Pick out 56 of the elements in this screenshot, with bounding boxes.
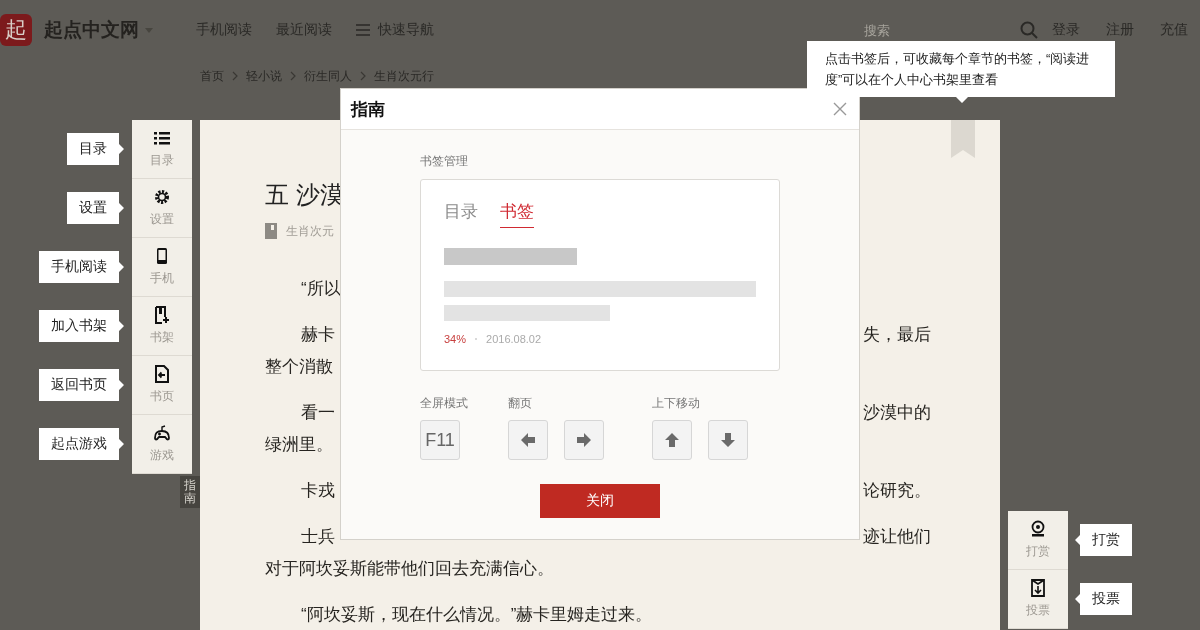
bookmark-icon[interactable] xyxy=(951,120,975,158)
chevron-icon xyxy=(290,71,296,81)
hint-callout: 设置 xyxy=(67,192,124,224)
tab[interactable]: 书签 xyxy=(500,200,534,228)
progress-percent: 34% xyxy=(444,333,467,345)
chevron-icon xyxy=(232,71,238,81)
logo[interactable]: 起 xyxy=(0,14,32,46)
menu-icon xyxy=(356,24,370,36)
hint-callout: 投票 xyxy=(1075,583,1132,615)
paragraph-text: “所以 xyxy=(301,278,341,300)
gamepad-icon xyxy=(153,424,171,442)
paragraph-text: 看一 xyxy=(301,402,335,424)
hint-callout: 打赏 xyxy=(1075,524,1132,556)
gear-icon xyxy=(153,188,171,206)
paragraph-text: 对于阿坎妥斯能带他们回去充满信心。 xyxy=(265,558,554,580)
paragraph-text: “阿坎妥斯，现在什么情况。”赫卡里姆走过来。 xyxy=(301,604,653,626)
ticket-icon xyxy=(1029,579,1047,597)
paragraph-text: 卡戎 xyxy=(301,480,335,502)
paragraph-text: 论研究。 xyxy=(863,480,931,502)
bookmark-date: 2016.08.02 xyxy=(486,333,542,345)
back-icon xyxy=(153,365,171,383)
hint-callout: 加入书架 xyxy=(39,310,124,342)
book-name[interactable]: 生肖次元 xyxy=(286,222,334,240)
arrow-up-icon xyxy=(664,432,680,448)
section-label: 书签管理 xyxy=(420,153,469,170)
paragraph-text: 迹让他们 xyxy=(863,526,931,548)
paragraph-text: 绿洲里。 xyxy=(265,434,333,456)
paragraph-text: 赫卡 xyxy=(301,324,335,346)
paragraph-text: 士兵 xyxy=(301,526,335,548)
shortcut-label: 上下移动 xyxy=(652,395,701,412)
shortcut-label: 全屏模式 xyxy=(420,395,468,412)
tab[interactable]: 目录 xyxy=(444,200,478,228)
guide-tab[interactable]: 指南 xyxy=(180,476,200,509)
close-button[interactable]: 关闭 xyxy=(540,484,660,518)
close-icon[interactable] xyxy=(833,102,847,116)
hint-callout: 返回书页 xyxy=(39,369,124,401)
paragraph-text: 整个消散 xyxy=(265,356,333,378)
search-icon[interactable] xyxy=(1020,21,1038,39)
key-cap: F11 xyxy=(420,420,460,460)
paragraph-text: 失，最后 xyxy=(863,324,931,346)
arrow-right-icon xyxy=(576,432,592,448)
hint-callout: 目录 xyxy=(67,133,124,165)
search-field[interactable]: 搜索 xyxy=(862,21,1016,39)
hint-callout: 手机阅读 xyxy=(39,251,124,283)
list-icon xyxy=(153,129,171,147)
arrow-left-icon xyxy=(520,432,536,448)
arrow-down-icon xyxy=(720,432,736,448)
book-icon xyxy=(265,223,277,239)
bookmark-tooltip: 点击书签后，可收藏每个章节的书签，“阅读进度”可以在个人中心书架里查看 xyxy=(807,41,1115,103)
shortcut-label: 翻页 xyxy=(508,395,533,412)
dialog-title: 指南 xyxy=(351,98,385,121)
shelf-icon xyxy=(153,306,171,324)
hint-callout: 起点游戏 xyxy=(39,428,124,460)
paragraph-text: 沙漠中的 xyxy=(863,402,931,424)
site-name[interactable]: 起点中文网 xyxy=(44,17,139,43)
chevron-icon xyxy=(360,71,366,81)
